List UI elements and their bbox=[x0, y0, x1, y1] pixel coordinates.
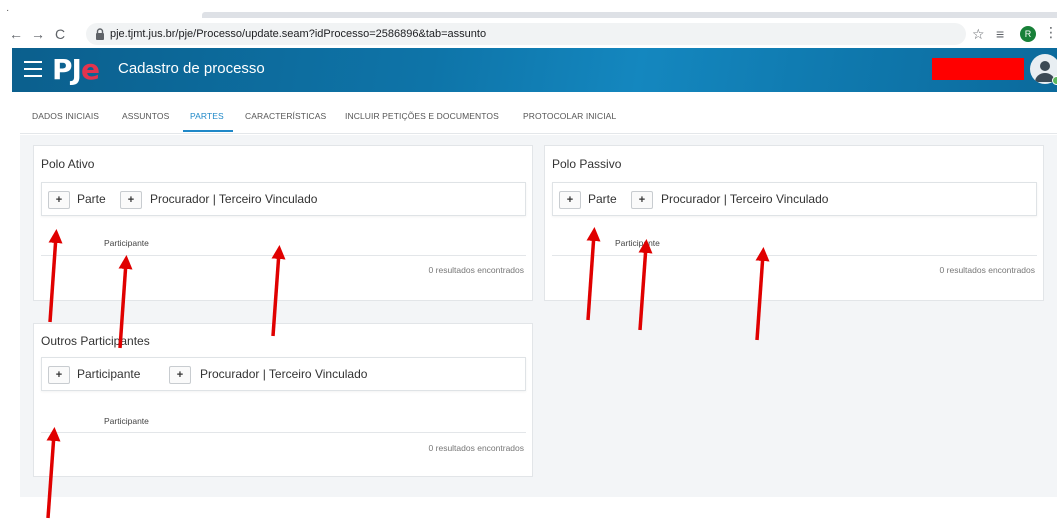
column-header-participante: Participante bbox=[615, 238, 660, 248]
add-procurador-button[interactable]: + bbox=[169, 366, 191, 384]
logo-accent-text: e bbox=[80, 53, 100, 86]
outros-actions: + Participante + Procurador | Terceiro V… bbox=[41, 357, 526, 391]
results-count: 0 resultados encontrados bbox=[428, 443, 524, 453]
browser-tab-strip: · bbox=[0, 0, 1057, 20]
table-header-rule bbox=[552, 255, 1037, 256]
app-header: PJe Cadastro de processo bbox=[12, 48, 1057, 92]
column-header-participante: Participante bbox=[104, 238, 149, 248]
online-status-indicator bbox=[1052, 76, 1057, 85]
lock-icon bbox=[96, 28, 104, 40]
url-text: pje.tjmt.jus.br/pje/Processo/update.seam… bbox=[110, 28, 487, 40]
panel-outros-participantes: Outros Participantes + Participante + Pr… bbox=[33, 323, 533, 477]
tab-strip-dot: · bbox=[6, 5, 10, 16]
parte-label: Parte bbox=[588, 192, 617, 206]
participante-label: Participante bbox=[77, 367, 141, 381]
parte-label: Parte bbox=[77, 192, 106, 206]
reload-icon[interactable]: C bbox=[50, 24, 70, 44]
browser-tab-background bbox=[202, 12, 1057, 18]
tab-protocolar-inicial[interactable]: PROTOCOLAR INICIAL bbox=[523, 111, 616, 121]
pje-logo[interactable]: PJe bbox=[52, 52, 100, 88]
column-header-participante: Participante bbox=[104, 416, 149, 426]
panel-title-polo-passivo: Polo Passivo bbox=[552, 157, 622, 171]
tab-partes[interactable]: PARTES bbox=[190, 111, 224, 121]
add-parte-button[interactable]: + bbox=[48, 191, 70, 209]
panel-title-polo-ativo: Polo Ativo bbox=[41, 157, 95, 171]
active-tab-indicator bbox=[183, 130, 233, 132]
browser-menu-icon[interactable]: ⋮ bbox=[1044, 24, 1057, 41]
panel-title-outros-participantes: Outros Participantes bbox=[41, 334, 150, 348]
polo-passivo-actions: + Parte + Procurador | Terceiro Vinculad… bbox=[552, 182, 1037, 216]
add-parte-button[interactable]: + bbox=[559, 191, 581, 209]
results-count: 0 resultados encontrados bbox=[939, 265, 1035, 275]
tab-incluir-peticoes[interactable]: INCLUIR PETIÇÕES E DOCUMENTOS bbox=[345, 111, 499, 121]
forward-arrow-icon[interactable]: → bbox=[28, 24, 48, 44]
panel-polo-ativo: Polo Ativo + Parte + Procurador | Tercei… bbox=[33, 145, 533, 301]
tab-assuntos[interactable]: ASSUNTOS bbox=[122, 111, 169, 121]
add-procurador-button[interactable]: + bbox=[120, 191, 142, 209]
redacted-username bbox=[932, 58, 1024, 80]
tab-caracteristicas[interactable]: CARACTERÍSTICAS bbox=[245, 111, 326, 121]
hamburger-menu-icon[interactable] bbox=[24, 61, 42, 77]
table-header-rule bbox=[41, 432, 526, 433]
panel-polo-passivo: Polo Passivo + Parte + Procurador | Terc… bbox=[544, 145, 1044, 301]
browser-profile-avatar[interactable]: R bbox=[1020, 26, 1036, 42]
add-procurador-button[interactable]: + bbox=[631, 191, 653, 209]
polo-ativo-actions: + Parte + Procurador | Terceiro Vinculad… bbox=[41, 182, 526, 216]
logo-main-text: PJ bbox=[52, 53, 82, 86]
star-bookmark-icon[interactable]: ☆ bbox=[972, 24, 985, 44]
page-title: Cadastro de processo bbox=[118, 60, 265, 77]
address-bar[interactable]: pje.tjmt.jus.br/pje/Processo/update.seam… bbox=[86, 23, 966, 45]
procurador-label: Procurador | Terceiro Vinculado bbox=[200, 367, 368, 381]
back-arrow-icon[interactable]: ← bbox=[6, 24, 26, 44]
reading-list-icon[interactable]: ≡ bbox=[996, 24, 1004, 44]
procurador-label: Procurador | Terceiro Vinculado bbox=[150, 192, 318, 206]
tab-dados-iniciais[interactable]: DADOS INICIAIS bbox=[32, 111, 99, 121]
results-count: 0 resultados encontrados bbox=[428, 265, 524, 275]
browser-toolbar: ← → C pje.tjmt.jus.br/pje/Processo/updat… bbox=[0, 20, 1057, 48]
screenshot-root: · ← → C pje.tjmt.jus.br/pje/Processo/upd… bbox=[0, 0, 1057, 525]
process-tabs: DADOS INICIAIS ASSUNTOS PARTES CARACTERÍ… bbox=[20, 100, 1057, 134]
add-participante-button[interactable]: + bbox=[48, 366, 70, 384]
table-header-rule bbox=[41, 255, 526, 256]
procurador-label: Procurador | Terceiro Vinculado bbox=[661, 192, 829, 206]
